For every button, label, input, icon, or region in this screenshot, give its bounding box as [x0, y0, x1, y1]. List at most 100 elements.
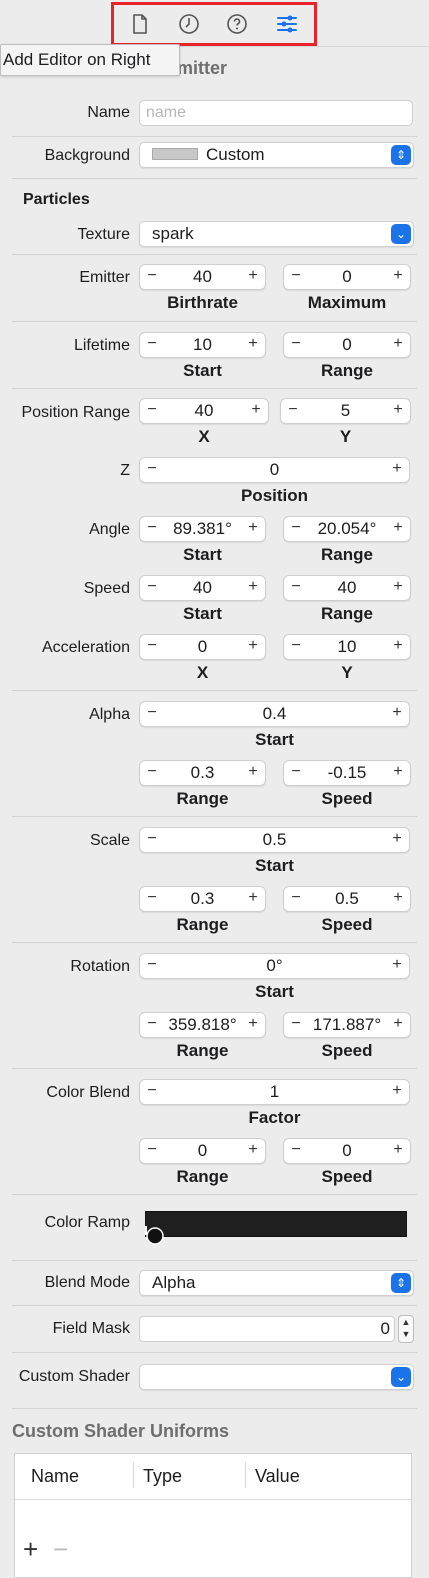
- stepper-value[interactable]: -0.15: [304, 761, 390, 785]
- column-header-type[interactable]: Type: [143, 1466, 182, 1487]
- decrement-button[interactable]: −: [142, 333, 162, 357]
- stepper-value[interactable]: 0: [160, 458, 389, 482]
- blend-mode-popup[interactable]: Alpha ⇕: [139, 1270, 414, 1296]
- alpha-start-stepper[interactable]: − 0.4 +: [139, 701, 410, 727]
- increment-button[interactable]: +: [388, 517, 408, 541]
- increment-button[interactable]: +: [243, 576, 263, 600]
- decrement-button[interactable]: −: [142, 1139, 162, 1163]
- stepper-value[interactable]: 40: [160, 576, 245, 600]
- uniforms-table[interactable]: Name Type Value + −: [14, 1453, 412, 1578]
- lifetime-start-stepper[interactable]: − 10 +: [139, 332, 266, 358]
- increment-button[interactable]: +: [387, 702, 407, 726]
- increment-button[interactable]: +: [243, 887, 263, 911]
- increment-button[interactable]: +: [243, 761, 263, 785]
- decrement-button[interactable]: −: [286, 1013, 306, 1037]
- increment-button[interactable]: +: [243, 517, 263, 541]
- rotation-speed-stepper[interactable]: − 171.887° +: [283, 1012, 411, 1038]
- decrement-button[interactable]: −: [142, 576, 162, 600]
- help-icon[interactable]: [225, 12, 249, 36]
- stepper-value[interactable]: 40: [160, 399, 248, 423]
- field-mask-input[interactable]: 0: [139, 1316, 395, 1342]
- decrement-button[interactable]: −: [142, 265, 162, 289]
- decrement-button[interactable]: −: [142, 828, 162, 852]
- increment-button[interactable]: +: [243, 1139, 263, 1163]
- decrement-button[interactable]: −: [142, 517, 162, 541]
- increment-button[interactable]: +: [388, 576, 408, 600]
- speed-range-stepper[interactable]: − 40 +: [283, 575, 411, 601]
- remove-uniform-button[interactable]: −: [53, 1536, 68, 1562]
- increment-button[interactable]: +: [388, 887, 408, 911]
- decrement-button[interactable]: −: [142, 458, 162, 482]
- lifetime-range-stepper[interactable]: − 0 +: [283, 332, 411, 358]
- stepper-value[interactable]: 10: [304, 635, 390, 659]
- increment-button[interactable]: +: [388, 1139, 408, 1163]
- stepper-value[interactable]: 0.3: [160, 761, 245, 785]
- rotation-start-stepper[interactable]: − 0° +: [139, 953, 410, 979]
- rotation-range-stepper[interactable]: − 359.818° +: [139, 1012, 266, 1038]
- stepper-value[interactable]: 40: [160, 265, 245, 289]
- stepper-value[interactable]: 0: [160, 635, 245, 659]
- stepper-value[interactable]: 0.5: [160, 828, 389, 852]
- z-position-stepper[interactable]: − 0 +: [139, 457, 410, 483]
- increment-button[interactable]: +: [388, 761, 408, 785]
- increment-button[interactable]: +: [243, 1013, 263, 1037]
- stepper-value[interactable]: 0°: [160, 954, 389, 978]
- angle-range-stepper[interactable]: − 20.054° +: [283, 516, 411, 542]
- attributes-sliders-icon[interactable]: [275, 12, 299, 36]
- decrement-button[interactable]: −: [142, 1013, 162, 1037]
- increment-button[interactable]: +: [243, 635, 263, 659]
- emitter-maximum-stepper[interactable]: − 0 +: [283, 264, 411, 290]
- stepper-value[interactable]: 0.5: [304, 887, 390, 911]
- increment-button[interactable]: +: [388, 399, 408, 423]
- stepper-value[interactable]: 89.381°: [160, 517, 245, 541]
- history-clock-icon[interactable]: [177, 12, 201, 36]
- decrement-button[interactable]: −: [286, 887, 306, 911]
- file-icon[interactable]: [128, 12, 152, 36]
- column-header-value[interactable]: Value: [255, 1466, 300, 1487]
- stepper-value[interactable]: 0: [160, 1139, 245, 1163]
- increment-button[interactable]: +: [388, 333, 408, 357]
- alpha-range-stepper[interactable]: − 0.3 +: [139, 760, 266, 786]
- decrement-button[interactable]: −: [286, 635, 306, 659]
- stepper-value[interactable]: 20.054°: [304, 517, 390, 541]
- decrement-button[interactable]: −: [142, 702, 162, 726]
- decrement-button[interactable]: −: [286, 1139, 306, 1163]
- acceleration-x-stepper[interactable]: − 0 +: [139, 634, 266, 660]
- scale-start-stepper[interactable]: − 0.5 +: [139, 827, 410, 853]
- decrement-button[interactable]: −: [142, 635, 162, 659]
- background-popup[interactable]: Custom ⇕: [139, 142, 414, 168]
- stepper-value[interactable]: 0.3: [160, 887, 245, 911]
- decrement-button[interactable]: −: [286, 517, 306, 541]
- stepper-value[interactable]: 0: [304, 1139, 390, 1163]
- increment-button[interactable]: +: [387, 458, 407, 482]
- increment-button[interactable]: +: [387, 1080, 407, 1104]
- stepper-value[interactable]: 1: [160, 1080, 389, 1104]
- texture-popup[interactable]: spark ⌄: [139, 221, 414, 247]
- scale-speed-stepper[interactable]: − 0.5 +: [283, 886, 411, 912]
- decrement-button[interactable]: −: [283, 399, 303, 423]
- decrement-button[interactable]: −: [142, 399, 162, 423]
- name-field[interactable]: name: [139, 100, 413, 126]
- decrement-button[interactable]: −: [142, 887, 162, 911]
- increment-button[interactable]: +: [388, 635, 408, 659]
- acceleration-y-stepper[interactable]: − 10 +: [283, 634, 411, 660]
- increment-button[interactable]: +: [388, 265, 408, 289]
- color-blend-factor-stepper[interactable]: − 1 +: [139, 1079, 410, 1105]
- emitter-birthrate-stepper[interactable]: − 40 +: [139, 264, 266, 290]
- field-mask-stepper[interactable]: ▲ ▼: [398, 1315, 414, 1343]
- increment-button[interactable]: +: [243, 265, 263, 289]
- increment-button[interactable]: +: [243, 333, 263, 357]
- stepper-value[interactable]: 0: [304, 333, 390, 357]
- angle-start-stepper[interactable]: − 89.381° +: [139, 516, 266, 542]
- increment-button[interactable]: +: [387, 828, 407, 852]
- decrement-button[interactable]: −: [286, 576, 306, 600]
- speed-start-stepper[interactable]: − 40 +: [139, 575, 266, 601]
- stepper-value[interactable]: 10: [160, 333, 245, 357]
- increment-button[interactable]: +: [246, 399, 266, 423]
- decrement-button[interactable]: −: [286, 333, 306, 357]
- stepper-value[interactable]: 171.887°: [304, 1013, 390, 1037]
- position-x-stepper[interactable]: − 40 +: [139, 398, 269, 424]
- decrement-button[interactable]: −: [286, 761, 306, 785]
- decrement-button[interactable]: −: [142, 1080, 162, 1104]
- decrement-button[interactable]: −: [286, 265, 306, 289]
